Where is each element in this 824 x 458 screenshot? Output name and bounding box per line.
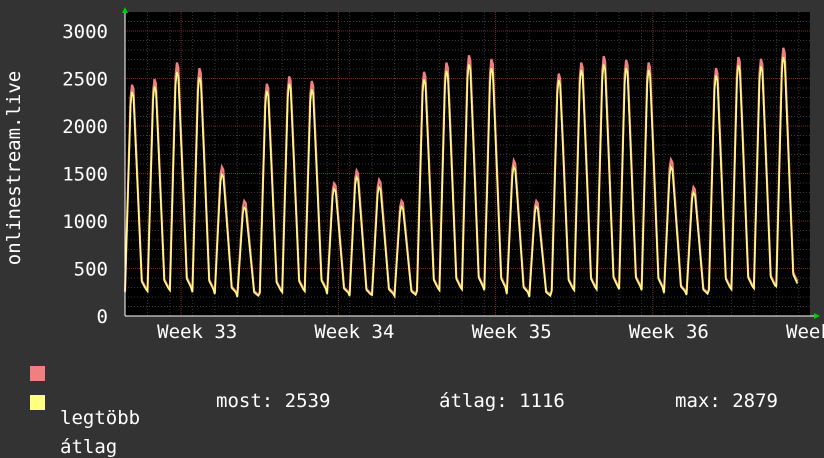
x-tick-label: Week 33 (157, 321, 237, 343)
y-tick-label: 0 (97, 306, 108, 328)
legend-item-avg: átlag (30, 392, 117, 458)
stat-current: most: 2539 (216, 390, 331, 412)
x-tick-label: Week 34 (314, 321, 394, 343)
x-axis-arrow (814, 313, 820, 319)
stat-maximum: max: 2879 (675, 390, 778, 412)
stat-average: átlag: 1116 (439, 390, 565, 412)
traffic-chart: 0 500 1000 1500 2000 2500 3000 Week 33 Week 34 We… (3, 7, 824, 343)
y-axis-label: onlinestream.live (3, 71, 25, 265)
x-tick-label: Week 36 (629, 321, 709, 343)
x-tick-label: Week 35 (472, 321, 552, 343)
y-tick-label: 2000 (62, 116, 108, 138)
legend-swatch-max (30, 366, 45, 381)
legend-label-avg: átlag (60, 436, 118, 458)
y-tick-label: 1000 (62, 211, 108, 233)
legend-label-max: legtöbb (60, 407, 141, 429)
y-tick-label: 3000 (62, 21, 108, 43)
y-axis-arrow (122, 7, 128, 13)
legend-item-max: legtöbb (30, 363, 140, 429)
y-tick-label: 2500 (62, 69, 108, 91)
legend-swatch-avg (30, 395, 45, 410)
y-tick-label: 500 (74, 259, 108, 281)
y-tick-label: 1500 (62, 164, 108, 186)
x-tick-label: Week (786, 321, 824, 343)
